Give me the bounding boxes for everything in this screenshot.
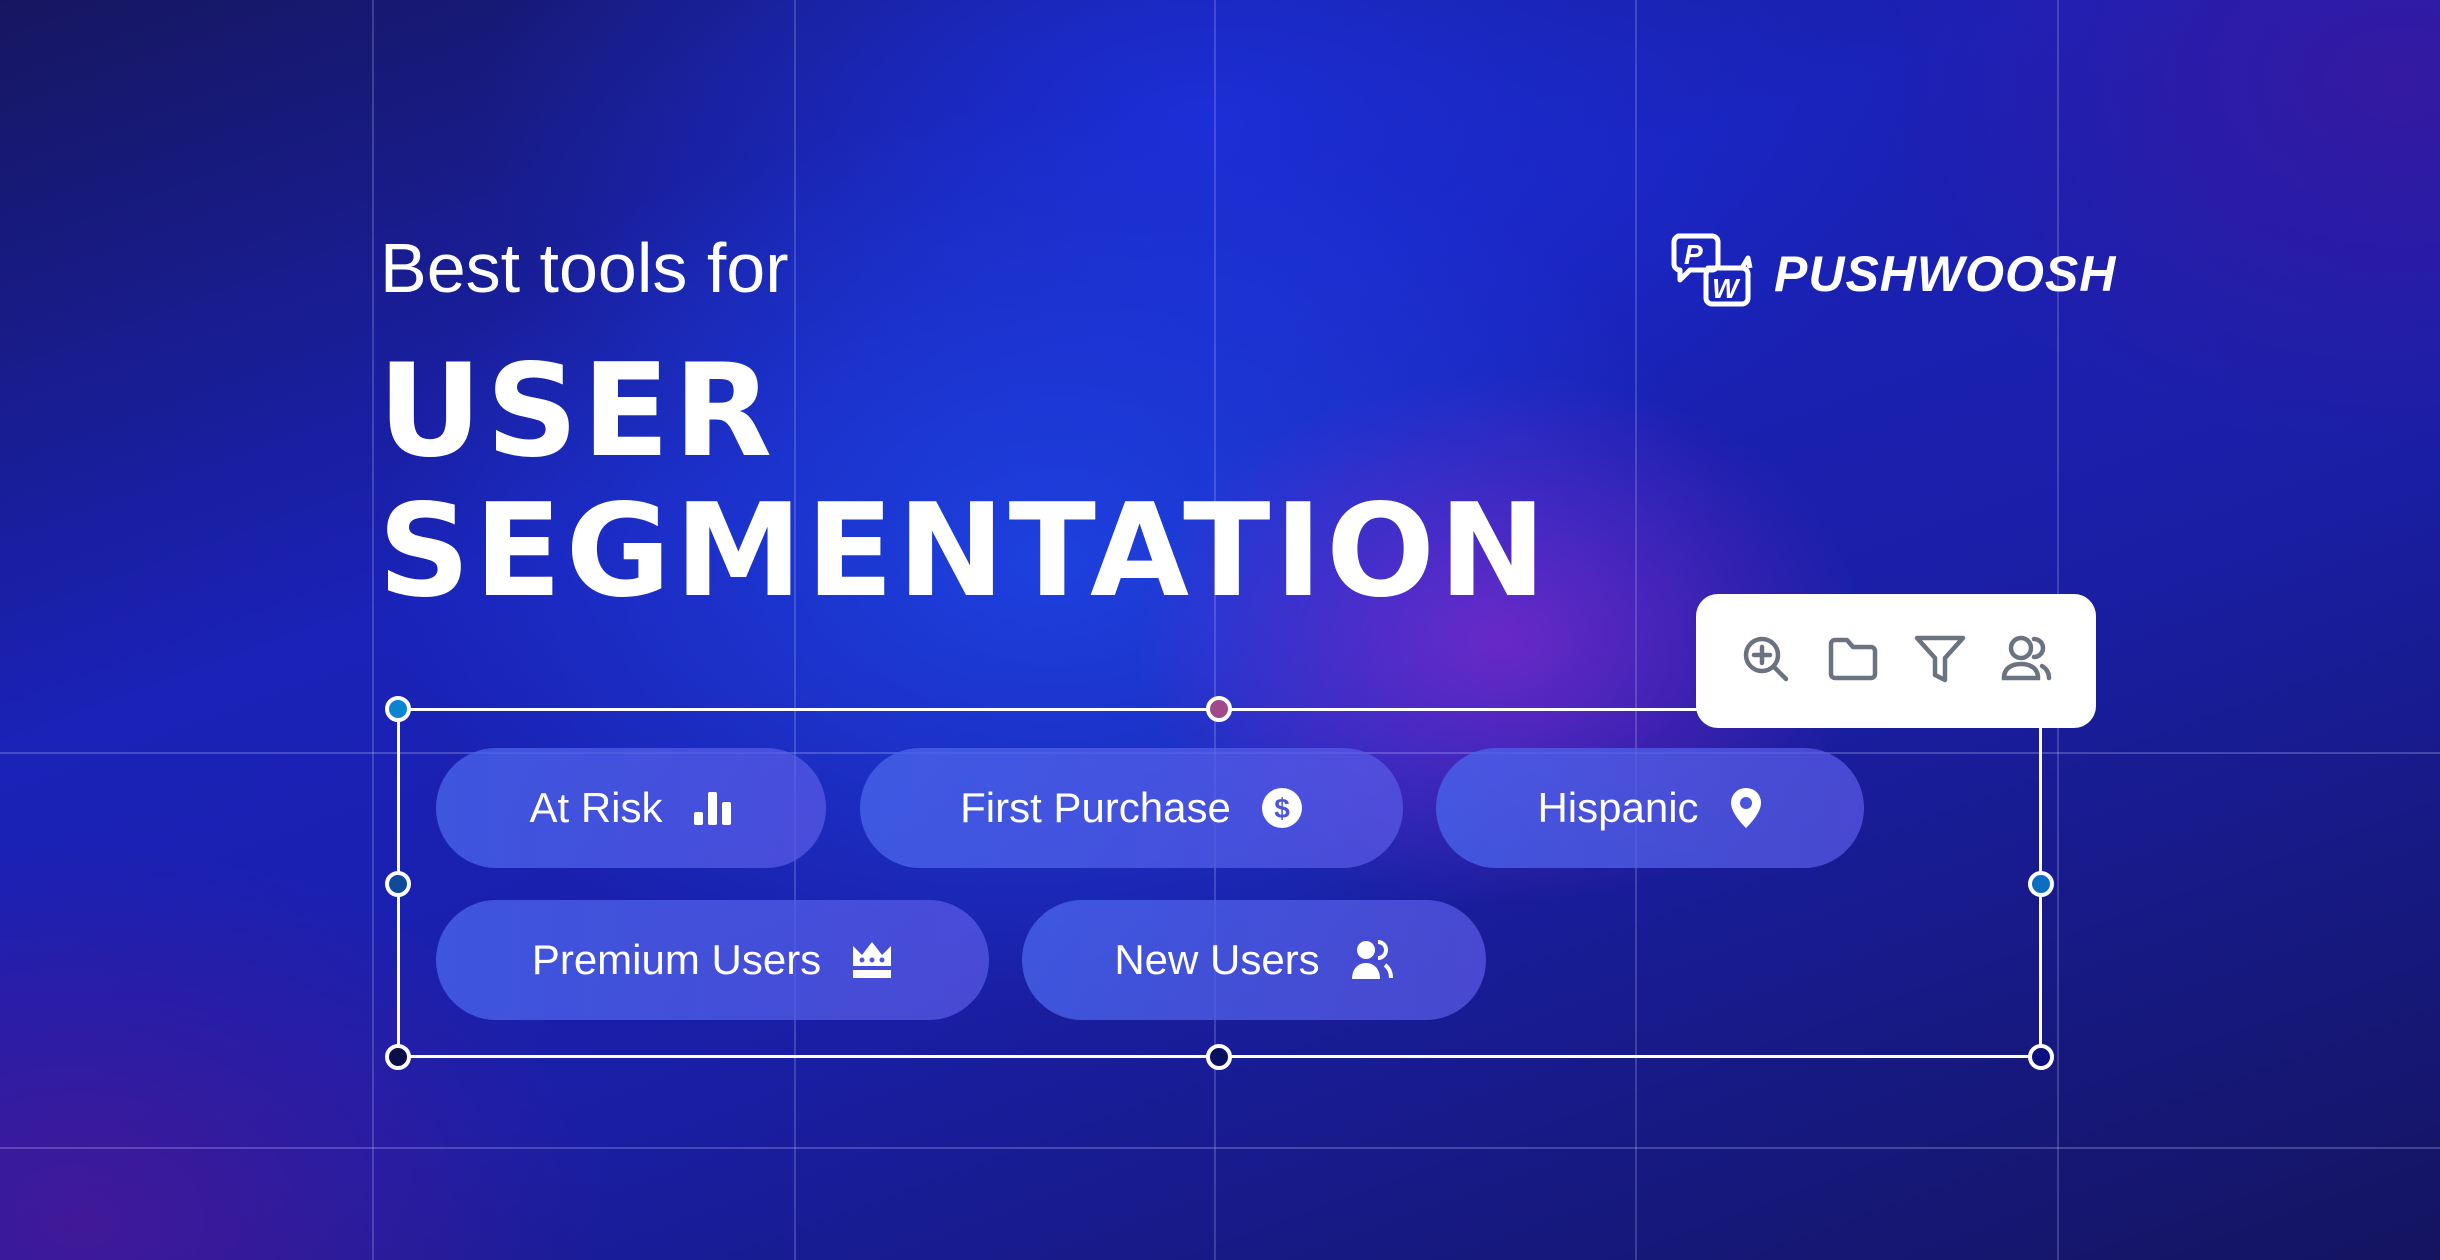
- segment-chip-first-purchase[interactable]: First Purchase $: [860, 748, 1403, 868]
- segment-chip-hispanic[interactable]: Hispanic: [1436, 748, 1864, 868]
- users-icon: [1350, 939, 1394, 981]
- brand-logo: P W PUSHWOOSH: [1668, 230, 2116, 317]
- segment-label: Premium Users: [531, 936, 822, 983]
- users-icon: [2000, 634, 2054, 689]
- grid-line: [0, 1147, 2440, 1149]
- resize-handle-left-middle[interactable]: [385, 871, 411, 897]
- svg-text:P: P: [1684, 239, 1703, 270]
- grid-line: [1635, 0, 1637, 1260]
- segment-label: At Risk: [529, 784, 663, 831]
- filter-icon: [1914, 634, 1966, 689]
- segment-chip-premium-users[interactable]: Premium Users: [436, 900, 989, 1020]
- resize-handle-top-left[interactable]: [385, 696, 411, 722]
- segment-label: Hispanic: [1537, 784, 1699, 831]
- resize-handle-bottom-right[interactable]: [2028, 1044, 2054, 1070]
- users-button[interactable]: [1999, 633, 2055, 689]
- pw-speech-bubbles-icon: P W: [1668, 230, 1760, 317]
- dollar-circle-icon: $: [1261, 787, 1303, 829]
- grid-line: [794, 0, 796, 1260]
- zoom-in-button[interactable]: [1738, 633, 1794, 689]
- headline-line-2: SEGMENTATION: [378, 477, 1550, 626]
- location-pin-icon: [1729, 786, 1763, 830]
- headline-line-1: USER: [378, 337, 777, 486]
- folder-button[interactable]: [1825, 633, 1881, 689]
- filter-button[interactable]: [1912, 633, 1968, 689]
- svg-text:$: $: [1274, 793, 1290, 824]
- crown-icon: [851, 940, 893, 980]
- subtitle: Best tools for: [380, 229, 789, 307]
- brand-name: PUSHWOOSH: [1774, 245, 2117, 302]
- zoom-in-icon: [1741, 634, 1791, 689]
- toolbar: [1696, 594, 2096, 728]
- bar-chart-icon: [693, 790, 733, 826]
- segment-label: New Users: [1114, 936, 1320, 983]
- resize-handle-top-middle[interactable]: [1206, 696, 1232, 722]
- segment-label: First Purchase: [960, 784, 1231, 831]
- grid-line: [1214, 0, 1216, 1260]
- svg-text:W: W: [1712, 273, 1741, 304]
- segment-chip-new-users[interactable]: New Users: [1022, 900, 1486, 1020]
- grid-line: [372, 0, 374, 1260]
- resize-handle-bottom-left[interactable]: [385, 1044, 411, 1070]
- resize-handle-right-middle[interactable]: [2028, 871, 2054, 897]
- resize-handle-bottom-middle[interactable]: [1206, 1044, 1232, 1070]
- segment-chip-at-risk[interactable]: At Risk: [436, 748, 826, 868]
- folder-icon: [1827, 636, 1879, 687]
